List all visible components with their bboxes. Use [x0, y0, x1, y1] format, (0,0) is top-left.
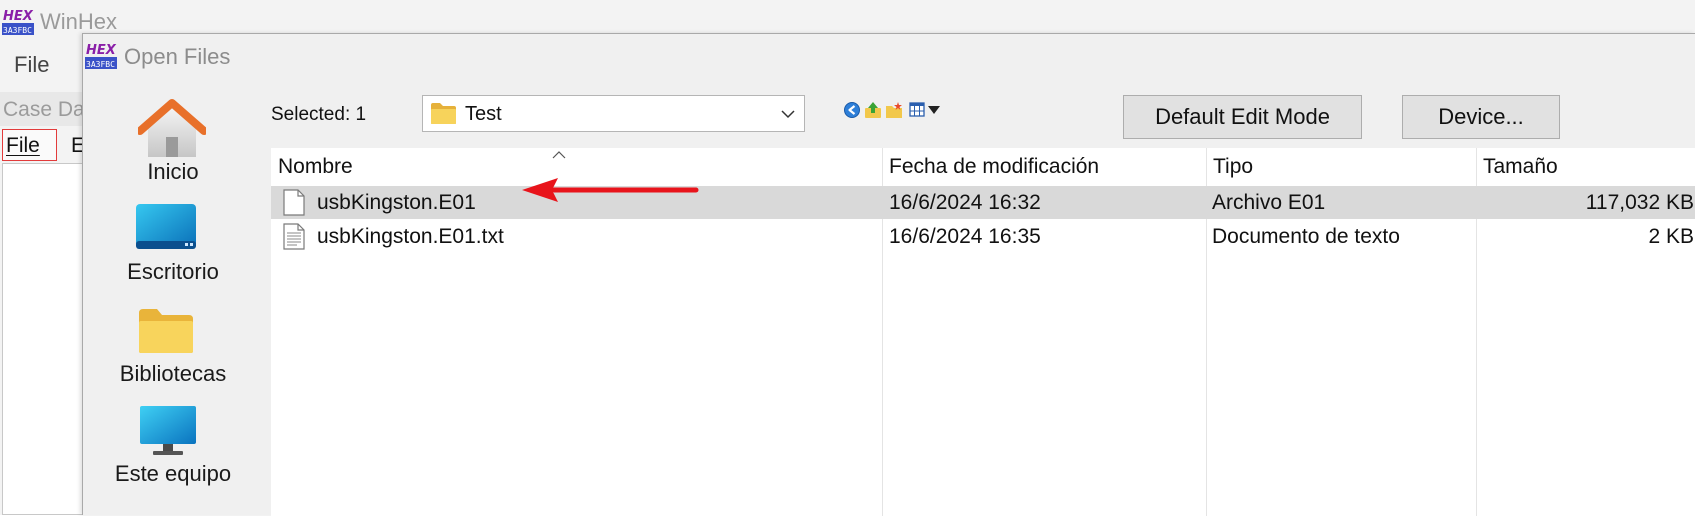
place-escritorio[interactable]: Escritorio: [83, 195, 263, 297]
svg-text:3A3FBC: 3A3FBC: [86, 60, 115, 69]
file-name: usbKingston.E01: [317, 191, 476, 214]
menu-file[interactable]: File: [14, 52, 49, 78]
place-label: Este equipo: [114, 461, 232, 486]
chevron-down-icon[interactable]: [780, 106, 796, 122]
file-list[interactable]: Nombre Fecha de modificación Tipo Tamaño…: [271, 148, 1695, 516]
folder-icon: [431, 103, 456, 124]
svg-text:3A3FBC: 3A3FBC: [3, 26, 32, 35]
new-folder-icon[interactable]: [885, 101, 903, 119]
home-icon: [138, 99, 206, 157]
up-folder-icon[interactable]: [864, 101, 882, 119]
place-label: Escritorio: [127, 259, 219, 284]
file-name: usbKingston.E01.txt: [317, 225, 504, 248]
column-label: Nombre: [278, 155, 353, 178]
place-label: Bibliotecas: [119, 361, 227, 386]
place-este-equipo[interactable]: Este equipo: [83, 399, 263, 516]
this-pc-icon: [140, 406, 196, 455]
winhex-title: WinHex: [40, 9, 118, 34]
place-inicio[interactable]: Inicio: [83, 91, 263, 195]
dialog-title: Open Files: [124, 44, 231, 69]
file-type: Documento de texto: [1212, 225, 1400, 248]
winhex-logo-icon: HEX 3A3FBC: [2, 9, 34, 35]
back-icon[interactable]: [843, 101, 861, 119]
file-size: 117,032 KB: [1585, 191, 1694, 214]
annotation-arrow-icon: [522, 178, 699, 202]
case-data-label: Case Da: [3, 98, 85, 121]
sort-ascending-icon: [552, 151, 566, 159]
column-label: Fecha de modificación: [889, 155, 1100, 178]
default-edit-mode-button[interactable]: Default Edit Mode: [1123, 95, 1362, 139]
file-type: Archivo E01: [1212, 191, 1326, 214]
file-date: 16/6/2024 16:32: [889, 191, 1041, 214]
file-icon: [283, 189, 305, 216]
winhex-logo-icon: HEX 3A3FBC: [85, 43, 117, 69]
libraries-folder-icon: [139, 309, 193, 353]
column-label: Tamaño: [1483, 155, 1558, 178]
place-label: Inicio: [147, 159, 199, 184]
place-bibliotecas[interactable]: Bibliotecas: [83, 297, 263, 399]
svg-text:HEX: HEX: [3, 9, 34, 24]
case-tree-panel: [2, 163, 84, 515]
column-label: Tipo: [1213, 155, 1254, 178]
file-row-usbkingston-e01-txt[interactable]: usbKingston.E01.txt 16/6/2024 16:35 Docu…: [271, 220, 1695, 253]
file-size: 2 KB: [1648, 225, 1694, 248]
case-file-tab[interactable]: File: [6, 134, 40, 158]
selected-count-label: Selected: 1: [271, 104, 367, 125]
open-files-dialog: HEX 3A3FBC Open Files Inicio Escritorio: [82, 33, 1695, 516]
file-date: 16/6/2024 16:35: [889, 225, 1041, 248]
desktop-icon: [136, 204, 196, 249]
svg-text:HEX: HEX: [86, 43, 117, 58]
view-menu-icon[interactable]: [909, 101, 941, 119]
places-sidebar: Inicio Escritorio Bibliotecas Este equip…: [83, 91, 263, 516]
device-button[interactable]: Device...: [1402, 95, 1560, 139]
folder-name: Test: [465, 103, 502, 125]
folder-combobox[interactable]: Test: [422, 95, 805, 132]
file-row-usbkingston-e01[interactable]: usbKingston.E01 16/6/2024 16:32 Archivo …: [271, 186, 1695, 219]
text-file-icon: [283, 223, 305, 250]
